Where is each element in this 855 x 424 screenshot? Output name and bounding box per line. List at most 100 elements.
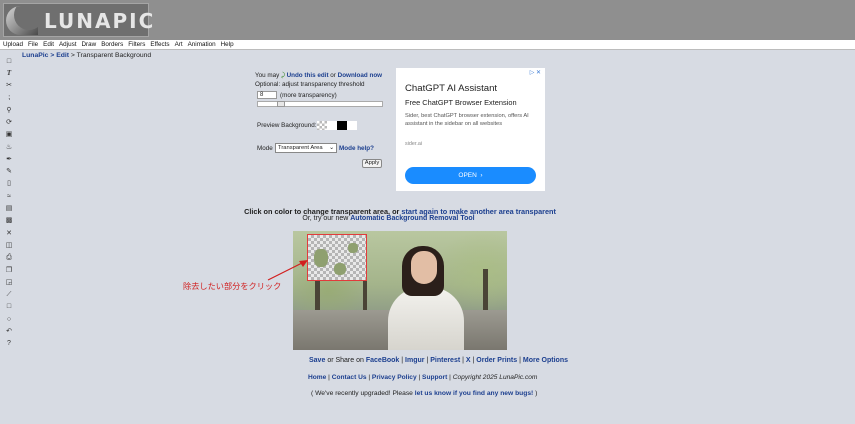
pinterest-link[interactable]: Pinterest [430,357,460,364]
breadcrumb-lunapic[interactable]: LunaPic [22,52,48,59]
new-icon[interactable]: ◫ [4,240,14,250]
menu-help[interactable]: Help [221,41,234,48]
footer-links: Home | Contact Us | Privacy Policy | Sup… [308,374,538,381]
optional-text: Optional: adjust transparency threshold [255,81,365,88]
slider-handle[interactable] [276,101,285,107]
mode-select[interactable]: Transparent Area ⌄ [275,143,337,153]
threshold-hint: (more transparency) [280,92,337,99]
threshold-slider[interactable] [257,101,383,107]
person-face [411,251,437,284]
swatch-black[interactable] [337,121,347,130]
download-link[interactable]: Download now [338,72,382,79]
share-row: Save or Share on FaceBook | Imgur | Pint… [309,357,568,364]
eyedropper-icon[interactable]: ✒ [4,154,14,164]
brush-icon[interactable]: ⁏ [4,93,14,103]
menu-effects[interactable]: Effects [150,41,169,48]
or-text: or [330,72,336,79]
you-may-text: You may [255,72,280,79]
logo-text: LUNAPIC [44,9,156,33]
menu-adjust[interactable]: Adjust [59,41,77,48]
menu-borders[interactable]: Borders [101,41,123,48]
smudge-icon[interactable]: ≈ [4,191,14,201]
more-options-link[interactable]: More Options [523,357,568,364]
mode-help-link[interactable]: Mode help? [339,145,374,152]
order-prints-link[interactable]: Order Prints [476,357,517,364]
eraser-icon[interactable]: ▯ [4,179,14,189]
breadcrumb-edit[interactable]: Edit [56,52,69,59]
pencil-icon[interactable]: ✎ [4,167,14,177]
advertisement[interactable]: ▷ ✕ ChatGPT AI Assistant Free ChatGPT Br… [396,68,545,191]
instruction-line-2: Or, try our new Automatic Background Rem… [0,215,777,222]
menu-edit[interactable]: Edit [43,41,54,48]
fill-icon[interactable]: ♨ [4,142,14,152]
menu-draw[interactable]: Draw [82,41,97,48]
select-icon[interactable]: □ [4,56,14,66]
text-icon[interactable]: T [4,68,14,78]
facebook-link[interactable]: FaceBook [366,357,399,364]
apply-button[interactable]: Apply [362,159,382,168]
contact-link[interactable]: Contact Us [332,374,367,381]
menu-filters[interactable]: Filters [128,41,145,48]
left-toolbar: □ T ✂ ⁏ ⚲ ⟳ ▣ ♨ ✒ ✎ ▯ ≈ ▤ ▩ ✕ ◫ ⎙ ❐ ◲ ⟋ … [4,56,16,351]
preview-swatches [317,121,357,130]
swatch-white-2[interactable] [347,121,357,130]
zoom-icon[interactable]: ⚲ [4,105,14,115]
breadcrumb-current: Transparent Background [76,52,152,59]
header: LUNAPIC [0,0,855,40]
upgrade-text: ( We've recently upgraded! Please [311,390,415,397]
undo-link[interactable]: Undo this edit [287,72,329,79]
ad-choices-icon[interactable]: ▷ ✕ [530,69,541,76]
scissors-icon[interactable]: ✂ [4,81,14,91]
share-text: or Share on [327,357,364,364]
support-link[interactable]: Support [422,374,447,381]
imgur-link[interactable]: Imgur [405,357,424,364]
edited-photo[interactable] [293,231,507,350]
menu-file[interactable]: File [28,41,38,48]
ad-open-label: OPEN [458,172,477,179]
swatch-white[interactable] [327,121,337,130]
auto-removal-link[interactable]: Automatic Background Removal Tool [350,215,474,222]
help-icon[interactable]: ? [4,339,14,349]
save-link[interactable]: Save [309,357,325,364]
ad-open-button[interactable]: OPEN › [405,167,536,184]
copyright-text: Copyright 2025 [452,374,500,381]
paste-icon[interactable]: ◲ [4,277,14,287]
instruction-text-2: Or, try our new [302,215,351,222]
home-link[interactable]: Home [308,374,326,381]
privacy-link[interactable]: Privacy Policy [372,374,417,381]
transparent-area-highlight [307,234,367,281]
line-icon[interactable]: ⟋ [4,290,14,300]
threshold-input[interactable]: 8 [257,91,277,99]
mode-select-value: Transparent Area [278,145,323,151]
ad-body: Sider, best ChatGPT browser extension, o… [405,113,529,128]
brand-text: LunaPic.com [499,374,538,381]
upgrade-notice: ( We've recently upgraded! Please let us… [311,390,537,397]
upgrade-text-end: ) [533,390,538,397]
rotate-icon[interactable]: ⟳ [4,117,14,127]
person-shirt [388,287,464,350]
undo-icon: ⤸ [281,72,285,79]
lunapic-logo[interactable]: LUNAPIC [3,3,153,37]
print-icon[interactable]: ⎙ [4,253,14,263]
close-icon[interactable]: ✕ [4,228,14,238]
copy-icon[interactable]: ❐ [4,265,14,275]
breadcrumb: LunaPic > Edit > Transparent Background [22,52,151,59]
ad-subtitle[interactable]: Free ChatGPT Browser Extension [405,98,517,107]
ad-title[interactable]: ChatGPT AI Assistant [405,83,497,94]
undo-icon[interactable]: ↶ [4,327,14,337]
menu-art[interactable]: Art [175,41,183,48]
swatch-checker[interactable] [317,121,327,130]
rectangle-icon[interactable]: □ [4,302,14,312]
logo-mark-icon [6,6,38,35]
menu-animation[interactable]: Animation [188,41,216,48]
undo-line: You may ⤸ Undo this edit or Download now [255,72,382,80]
menu-bar: Upload File Edit Adjust Draw Borders Fil… [0,40,855,50]
menu-upload[interactable]: Upload [3,41,23,48]
annotation-arrow-icon [267,260,308,281]
breadcrumb-sep: > [69,52,77,59]
crop-icon[interactable]: ▣ [4,130,14,140]
chevron-down-icon: ⌄ [329,145,334,151]
bug-report-link[interactable]: let us know if you find any new bugs! [415,390,534,397]
mode-label: Mode [257,145,273,152]
circle-icon[interactable]: ○ [4,314,14,324]
